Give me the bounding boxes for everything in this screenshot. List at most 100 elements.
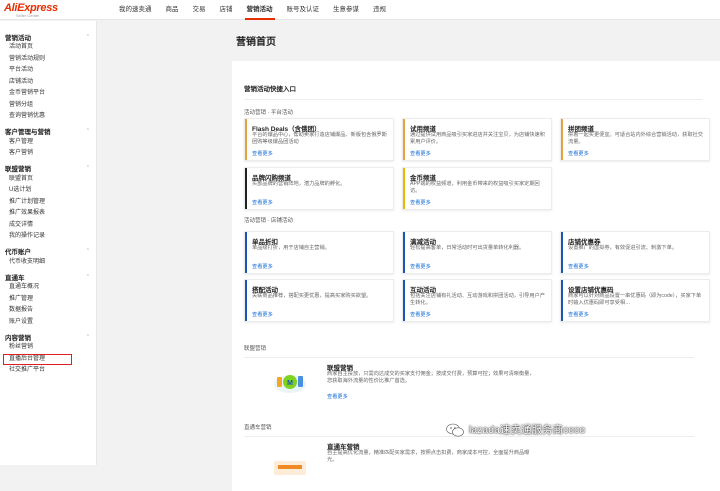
topnav-item[interactable]: 交易 — [186, 0, 213, 20]
p4p-marketing-card[interactable]: 直通车营销 自主提高优化流量，精准匹配买家需求，按照点击扣费，商家成本可控，全面… — [244, 436, 694, 486]
sidebar-item[interactable]: 平台活动 — [0, 65, 96, 77]
sidebar-item[interactable]: 营销分组 — [0, 100, 96, 112]
card-accent-bar — [245, 232, 247, 273]
activity-card[interactable]: 金币频道 APP端的权益频道，利用金币带来的权益吸引买家定期回访。 查看更多 — [402, 167, 552, 210]
sidebar-item[interactable]: 成交详情 — [0, 220, 96, 232]
card-more-link[interactable]: 查看更多 — [568, 150, 589, 157]
sidebar-section-header[interactable]: 营销活动 ⌃ — [0, 31, 96, 42]
chevron-up-icon[interactable]: ⌃ — [86, 128, 90, 134]
sidebar-item[interactable]: U选计划 — [0, 185, 96, 197]
sidebar-item[interactable]: 粉丝营销 — [0, 342, 96, 354]
watermark: lazada速卖通服务商coco — [446, 422, 585, 437]
sidebar-item[interactable]: 推广效果报表 — [0, 208, 96, 220]
card-more-link[interactable]: 查看更多 — [252, 150, 273, 157]
card-description: 商家可以针对商品设置一串优惠码（即为code），买家下单时输入优惠码即可享受相… — [568, 293, 702, 307]
activity-card[interactable]: 试用频道 通过提供试用商品吸引买家进店并关注宝贝，为店铺快速积累用户评价。 查看更多 — [402, 118, 552, 161]
card-accent-bar — [245, 280, 247, 321]
sidebar-item[interactable]: 活动首页 — [0, 42, 96, 54]
sidebar-item[interactable]: 联盟首页 — [0, 174, 96, 186]
sidebar-item[interactable]: 店铺活动 — [0, 77, 96, 89]
group-label-affiliate: 联盟营销 — [244, 346, 267, 352]
activity-card[interactable]: 满减活动 轻松提高客单，日常活动时可出货量单转化利器。 查看更多 — [402, 231, 552, 274]
card-more-link[interactable]: 查看更多 — [568, 311, 589, 318]
card-description: APP端的权益频道，利用金币带来的权益吸引买家定期回访。 — [410, 181, 540, 195]
sidebar-section-title: 营销活动 — [5, 34, 31, 42]
sidebar-item[interactable]: 代币收支明细 — [0, 257, 96, 269]
affiliate-marketing-card[interactable]: M 联盟营销 商家自主投放，只需向达成交的买家支付佣金；按成交付费，预算可控；效… — [244, 357, 694, 407]
activity-card[interactable]: 拼团频道 拼着一起买更便宜。可适合站内外综合营销活动，获取社交流量。 查看更多 — [560, 118, 710, 161]
sidebar-section-header[interactable]: 直通车 ⌃ — [0, 271, 96, 282]
wechat-icon — [446, 423, 464, 436]
sidebar-section-title: 直通车 — [5, 274, 25, 282]
sidebar-item[interactable]: 我的操作记录 — [0, 231, 96, 243]
card-more-link[interactable]: 查看更多 — [410, 199, 431, 206]
card-more-link[interactable]: 查看更多 — [252, 199, 273, 206]
svg-text:M: M — [287, 380, 293, 387]
panel-title: 营销活动快捷入口 — [244, 86, 296, 93]
card-description: 设置推广的虚拟券，有效促进引流、刺激下单。 — [568, 245, 677, 251]
main-content: 营销首页 营销活动快捷入口 活动营销 · 平台活动 Flash Deals（含俄… — [232, 21, 720, 491]
card-accent-bar — [561, 280, 563, 321]
activity-card[interactable]: 搭配活动 关联商品推荐，搭配买更优惠，提高买家购买欲望。 查看更多 — [244, 279, 394, 322]
sidebar-item[interactable]: 直播后台管理 — [3, 353, 72, 365]
chevron-up-icon[interactable]: ⌃ — [86, 334, 90, 340]
chevron-up-icon[interactable]: ⌃ — [86, 274, 90, 280]
sidebar-item[interactable]: 直通车概况 — [0, 282, 96, 294]
activity-card[interactable]: 品牌闪购频道 头部品牌的营销阵地，潜力品牌的孵化。 查看更多 — [244, 167, 394, 210]
sidebar-item[interactable]: 推广管理 — [0, 294, 96, 306]
topnav-item[interactable]: 营销活动 — [240, 0, 280, 20]
sidebar-item[interactable]: 客户营销 — [0, 148, 96, 160]
watermark-text: lazada速卖通服务商coco — [469, 424, 586, 436]
card-description: 包括关注店铺有礼活动、互动游戏和拼团活动，引导用户产生转化。 — [410, 293, 545, 307]
sidebar-section-header[interactable]: 代币账户 ⌃ — [0, 246, 96, 257]
card-more-link[interactable]: 查看更多 — [410, 311, 431, 318]
sidebar-item[interactable]: 营销活动规则 — [0, 54, 96, 66]
card-accent-bar — [403, 232, 405, 273]
sidebar-item[interactable]: 账户设置 — [0, 317, 96, 329]
card-description: 平台的爆品中心，帮助卖家打造店铺爆品、新版包含俄罗斯团购等级爆品团活动 — [252, 132, 387, 146]
sidebar-item[interactable]: 查询营销优惠 — [0, 111, 96, 123]
sidebar-section-title: 联盟营销 — [5, 166, 31, 173]
card-more-link[interactable]: 查看更多 — [410, 263, 431, 270]
card-more-link[interactable]: 查看更多 — [252, 263, 273, 270]
topnav-item[interactable]: 店铺 — [213, 0, 240, 20]
card-description: 单品级打折，用于店铺自主营销。 — [252, 245, 330, 251]
topnav-item[interactable]: 账号及认证 — [280, 0, 327, 20]
activity-card[interactable]: Flash Deals（含俄团） 平台的爆品中心，帮助卖家打造店铺爆品、新版包含俄… — [244, 118, 394, 161]
sidebar-section-header[interactable]: 联盟营销 ⌃ — [0, 163, 96, 174]
activity-card[interactable]: 单品折扣 单品级打折，用于店铺自主营销。 查看更多 — [244, 231, 394, 274]
card-accent-bar — [561, 232, 563, 273]
aliexpress-logo[interactable]: AliExpress Seller Center — [4, 2, 58, 18]
card-accent-bar — [403, 280, 405, 321]
card-accent-bar — [245, 168, 247, 209]
card-accent-bar — [403, 119, 405, 160]
logo-subtitle: Seller Center — [16, 13, 40, 18]
card-more-link[interactable]: 查看更多 — [568, 263, 589, 270]
activity-card[interactable]: 店铺优惠券 设置推广的虚拟券，有效促进引流、刺激下单。 查看更多 — [560, 231, 710, 274]
topnav-item[interactable]: 违规 — [366, 0, 393, 20]
affiliate-description: 商家自主投放，只需向达成交的买家支付佣金；按成交付费，预算可控；效果可清晰衡量，… — [327, 371, 535, 385]
activity-card[interactable]: 互动活动 包括关注店铺有礼活动、互动游戏和拼团活动，引导用户产生转化。 查看更多 — [402, 279, 552, 322]
topnav-item[interactable]: 生意参谋 — [326, 0, 366, 20]
sidebar-item[interactable]: 数据报告 — [0, 305, 96, 317]
sidebar-section-title: 内容营销 — [5, 334, 31, 342]
sidebar-item[interactable]: 推广计划管理 — [0, 197, 96, 209]
sidebar-section-header[interactable]: 客户管理与营销 ⌃ — [0, 126, 96, 137]
chevron-up-icon[interactable]: ⌃ — [86, 248, 90, 254]
sidebar-item[interactable]: 客户管理 — [0, 137, 96, 149]
affiliate-more-link[interactable]: 查看更多 — [327, 393, 348, 400]
sidebar-section-header[interactable]: 内容营销 ⌃ — [0, 331, 96, 342]
topnav-item[interactable]: 商品 — [159, 0, 186, 20]
card-description: 通过提供试用商品吸引买家进店并关注宝贝，为店铺快速积累用户评价。 — [410, 132, 545, 146]
panel-divider — [244, 99, 702, 100]
sidebar-item[interactable]: 金币营销平台 — [0, 88, 96, 100]
activity-card[interactable]: 设置店铺优惠码 商家可以针对商品设置一串优惠码（即为code），买家下单时输入优惠… — [560, 279, 710, 322]
card-accent-bar — [561, 119, 563, 160]
card-more-link[interactable]: 查看更多 — [252, 311, 273, 318]
chevron-up-icon[interactable]: ⌃ — [86, 165, 90, 171]
topnav-item[interactable]: 我的速卖通 — [112, 0, 159, 20]
card-description: 轻松提高客单，日常活动时可出货量单转化利器。 — [410, 245, 525, 251]
chevron-up-icon[interactable]: ⌃ — [86, 34, 90, 40]
sidebar-item[interactable]: 社交推广平台 — [0, 365, 96, 377]
card-more-link[interactable]: 查看更多 — [410, 150, 431, 157]
